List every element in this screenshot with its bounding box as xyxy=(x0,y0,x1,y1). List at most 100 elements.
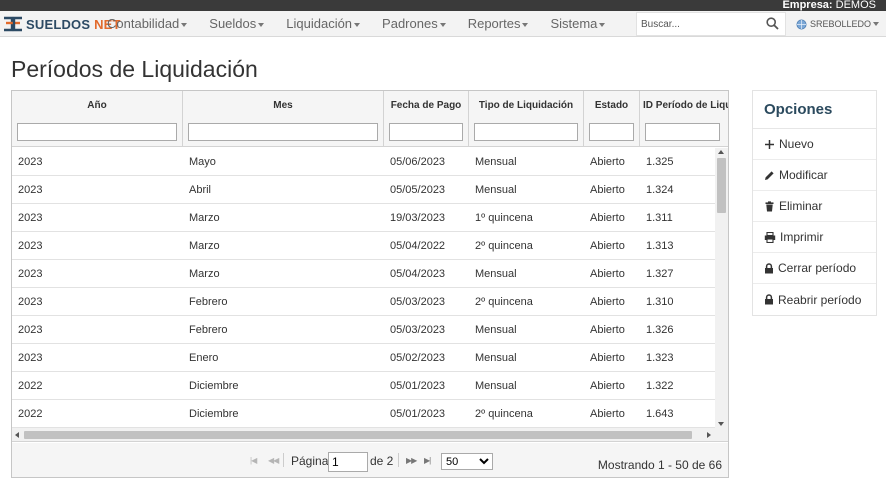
vertical-scrollbar[interactable] xyxy=(715,148,728,428)
menu-contabilidad[interactable]: Contabilidad xyxy=(96,11,198,37)
grid-body: 2023 Mayo 05/06/2023 Mensual Abierto 1.325 202… xyxy=(12,148,715,428)
cell-ano: 2023 xyxy=(18,268,43,280)
horizontal-scroll-thumb[interactable] xyxy=(24,431,692,439)
cell-ano: 2023 xyxy=(18,324,43,336)
cell-mes: Abril xyxy=(189,184,212,196)
caret-down-icon xyxy=(599,22,606,27)
column-header-tipo-liquidacion[interactable]: Tipo de Liquidación xyxy=(469,91,584,146)
caret-down-icon xyxy=(522,22,529,27)
close-period-button[interactable]: Cerrar período xyxy=(753,253,876,284)
page-size-select[interactable]: 50 xyxy=(441,453,493,470)
brand-name-part1: SUELDOS xyxy=(26,16,91,32)
cell-tipo-liquidacion: Mensual xyxy=(475,156,517,168)
scroll-right-icon[interactable] xyxy=(707,432,711,438)
cell-id-periodo: 1.325 xyxy=(646,156,674,168)
plus-icon xyxy=(765,139,774,149)
cell-ano: 2023 xyxy=(18,156,43,168)
cell-mes: Febrero xyxy=(189,296,228,308)
menu-liquidacion[interactable]: Liquidación xyxy=(275,11,371,37)
search-input[interactable] xyxy=(637,13,762,35)
user-menu[interactable]: SREBOLLEDO xyxy=(796,11,880,37)
column-header-estado[interactable]: Estado xyxy=(584,91,640,146)
edit-button[interactable]: Modificar xyxy=(753,160,876,191)
delete-button-label: Eliminar xyxy=(779,199,823,213)
column-header-mes[interactable]: Mes xyxy=(183,91,384,146)
close-period-button-label: Cerrar período xyxy=(778,261,857,275)
column-label-estado: Estado xyxy=(594,100,629,111)
last-page-icon[interactable]: ▶| xyxy=(424,456,431,465)
table-row[interactable]: 2023 Enero 05/02/2023 Mensual Abierto 1.323 xyxy=(12,344,715,372)
prev-page-icon[interactable]: ◀◀ xyxy=(268,456,279,465)
column-header-ano[interactable]: Año xyxy=(12,91,183,146)
filter-estado-input[interactable] xyxy=(589,123,634,141)
caret-down-icon xyxy=(258,22,265,27)
table-row[interactable]: 2023 Abril 05/05/2023 Mensual Abierto 1.324 xyxy=(12,176,715,204)
main-navbar: SUELDOS NET Contabilidad Sueldos Liquida… xyxy=(0,11,886,37)
column-label-ano: Año xyxy=(87,100,107,111)
scroll-left-icon[interactable] xyxy=(15,432,19,438)
grid-pager: |◀ ◀◀ Página de 2 ▶▶ ▶| 50 Mostrando 1 -… xyxy=(12,443,728,477)
cell-id-periodo: 1.310 xyxy=(646,296,674,308)
filter-id-periodo-input[interactable] xyxy=(645,123,720,141)
options-title: Opciones xyxy=(753,91,876,129)
scroll-up-icon[interactable] xyxy=(718,150,724,154)
cell-fecha-pago: 05/03/2023 xyxy=(390,296,446,308)
cell-estado: Abierto xyxy=(590,352,625,364)
menu-reportes-label: Reportes xyxy=(467,16,521,31)
table-row[interactable]: 2023 Febrero 05/03/2023 Mensual Abierto 1.326 xyxy=(12,316,715,344)
cell-tipo-liquidacion: Mensual xyxy=(475,380,517,392)
menu-sistema[interactable]: Sistema xyxy=(539,11,616,37)
page-title: Períodos de Liquidación xyxy=(11,56,258,82)
reopen-period-button[interactable]: Reabrir período xyxy=(753,284,876,315)
cell-id-periodo: 1.323 xyxy=(646,352,674,364)
menu-padrones[interactable]: Padrones xyxy=(371,11,457,37)
filter-tipo-liquidacion-input[interactable] xyxy=(474,123,578,141)
cell-tipo-liquidacion: Mensual xyxy=(475,268,517,280)
menu-sueldos[interactable]: Sueldos xyxy=(198,11,275,37)
cell-ano: 2023 xyxy=(18,240,43,252)
table-row[interactable]: 2022 Diciembre 05/01/2023 Mensual Abierto 1.3… xyxy=(12,372,715,400)
cell-mes: Marzo xyxy=(189,268,220,280)
first-page-icon[interactable]: |◀ xyxy=(250,456,257,465)
pencil-icon xyxy=(765,170,774,180)
pager-separator xyxy=(398,453,399,467)
caret-down-icon xyxy=(873,22,880,26)
company-value: DEMOS xyxy=(835,0,876,11)
vertical-scroll-thumb[interactable] xyxy=(717,158,726,213)
cell-mes: Mayo xyxy=(189,156,216,168)
print-button[interactable]: Imprimir xyxy=(753,222,876,253)
next-page-icon[interactable]: ▶▶ xyxy=(406,456,417,465)
table-row[interactable]: 2023 Febrero 05/03/2023 2º quincena Abierto 1… xyxy=(12,288,715,316)
lock-icon xyxy=(765,262,773,273)
cell-mes: Marzo xyxy=(189,240,220,252)
cell-fecha-pago: 19/03/2023 xyxy=(390,212,446,224)
cell-estado: Abierto xyxy=(590,240,625,252)
periods-grid: Año Mes Fecha de Pago Tipo de Liquidació… xyxy=(11,90,729,478)
cell-fecha-pago: 05/04/2022 xyxy=(390,240,446,252)
page-number-input[interactable] xyxy=(328,452,368,472)
cell-tipo-liquidacion: 2º quincena xyxy=(475,240,533,252)
page-count-label: de 2 xyxy=(370,454,394,468)
filter-ano-input[interactable] xyxy=(17,123,177,141)
cell-fecha-pago: 05/03/2023 xyxy=(390,324,446,336)
filter-fecha-pago-input[interactable] xyxy=(389,123,463,141)
column-header-id-periodo[interactable]: ID Período de Liquidación xyxy=(640,91,728,146)
menu-padrones-label: Padrones xyxy=(382,16,438,31)
table-row[interactable]: 2023 Mayo 05/06/2023 Mensual Abierto 1.325 xyxy=(12,148,715,176)
filter-mes-input[interactable] xyxy=(188,123,378,141)
table-row[interactable]: 2023 Marzo 19/03/2023 1º quincena Abierto 1.3… xyxy=(12,204,715,232)
column-label-fecha-pago: Fecha de Pago xyxy=(390,100,462,111)
table-row[interactable]: 2023 Marzo 05/04/2023 Mensual Abierto 1.327 xyxy=(12,260,715,288)
horizontal-scrollbar[interactable] xyxy=(12,428,728,442)
scroll-down-icon[interactable] xyxy=(718,422,724,426)
caret-down-icon xyxy=(354,22,361,27)
menu-reportes[interactable]: Reportes xyxy=(457,11,540,37)
search-icon[interactable] xyxy=(766,17,779,30)
column-header-fecha-pago[interactable]: Fecha de Pago xyxy=(384,91,469,146)
sueldos-logo-icon xyxy=(4,16,22,32)
table-row[interactable]: 2022 Diciembre 05/01/2023 2º quincena Abiert… xyxy=(12,400,715,428)
search-box xyxy=(636,12,786,36)
delete-button[interactable]: Eliminar xyxy=(753,191,876,222)
new-button[interactable]: Nuevo xyxy=(753,129,876,160)
table-row[interactable]: 2023 Marzo 05/04/2022 2º quincena Abierto 1.3… xyxy=(12,232,715,260)
